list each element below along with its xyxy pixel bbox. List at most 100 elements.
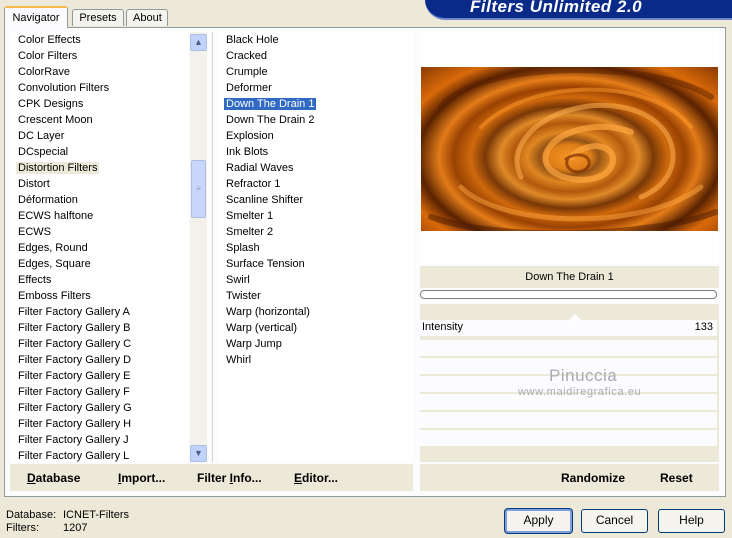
param-value: 133	[694, 321, 713, 333]
editor-button[interactable]: Editor...	[294, 471, 338, 485]
chevron-down-icon: ▼	[194, 448, 203, 458]
category-item[interactable]: Filter Factory Gallery A	[10, 304, 188, 320]
filter-item[interactable]: Explosion	[218, 128, 413, 144]
param-row-empty	[420, 430, 717, 448]
category-item[interactable]: Filter Factory Gallery G	[10, 400, 188, 416]
category-item-label: CPK Designs	[18, 98, 84, 110]
tab-about[interactable]: About	[126, 9, 168, 26]
swirl-preview-graphic	[421, 67, 718, 231]
database-button[interactable]: Database	[27, 471, 80, 485]
category-list[interactable]: Color Effects Color Filters ColorRave Convo…	[10, 32, 188, 462]
filter-info-button[interactable]: Filter Info...	[197, 471, 262, 485]
reset-button[interactable]: Reset	[660, 471, 693, 485]
chevron-up-icon: ▲	[194, 37, 203, 47]
category-item-label: Edges, Square	[18, 258, 91, 270]
category-item[interactable]: Filter Factory Gallery C	[10, 336, 188, 352]
filter-item[interactable]: Crumple	[218, 64, 413, 80]
list-divider	[212, 32, 213, 462]
tab-presets[interactable]: Presets	[72, 9, 124, 26]
filter-item-label: Warp (vertical)	[226, 322, 298, 334]
param-row-empty	[420, 412, 717, 430]
category-item[interactable]: Filter Factory Gallery L	[10, 448, 188, 462]
category-item-label: Distort	[18, 178, 50, 190]
scroll-thumb[interactable]: ≡	[191, 160, 206, 218]
category-item[interactable]: Effects	[10, 272, 188, 288]
filter-item-label: Warp (horizontal)	[226, 306, 310, 318]
filters-count-label: Filters:	[6, 522, 39, 534]
category-item[interactable]: Crescent Moon	[10, 112, 188, 128]
filter-item[interactable]: Cracked	[218, 48, 413, 64]
import-button[interactable]: Import...	[118, 471, 165, 485]
filter-item-label: Refractor 1	[226, 178, 281, 190]
database-label: Database:	[6, 509, 57, 521]
category-item-label: Filter Factory Gallery H	[18, 418, 132, 430]
filter-item[interactable]: Swirl	[218, 272, 413, 288]
category-item[interactable]: DC Layer	[10, 128, 188, 144]
filter-item-label: Radial Waves	[226, 162, 294, 174]
help-button[interactable]: Help	[658, 509, 725, 533]
right-button-strip: Randomize Reset	[420, 464, 719, 491]
category-item[interactable]: Filter Factory Gallery H	[10, 416, 188, 432]
apply-button[interactable]: Apply	[505, 509, 572, 533]
category-item-label: ECWS	[18, 226, 51, 238]
category-item-label: Color Effects	[18, 34, 81, 46]
param-row-intensity[interactable]: Intensity 133	[420, 314, 717, 338]
category-item[interactable]: Filter Factory Gallery D	[10, 352, 188, 368]
filter-item[interactable]: Warp Jump	[218, 336, 413, 352]
filter-item[interactable]: Down The Drain 2	[218, 112, 413, 128]
category-item-label: Filter Factory Gallery C	[18, 338, 132, 350]
scroll-down-button[interactable]: ▼	[190, 445, 207, 462]
filter-item[interactable]: Surface Tension	[218, 256, 413, 272]
slider-marker-icon	[568, 314, 582, 321]
filter-item[interactable]: Ink Blots	[218, 144, 413, 160]
category-item[interactable]: Convolution Filters	[10, 80, 188, 96]
cancel-button[interactable]: Cancel	[581, 509, 648, 533]
filter-item[interactable]: Scanline Shifter	[218, 192, 413, 208]
category-item-label: Color Filters	[18, 50, 78, 62]
watermark-name: Pinuccia	[549, 366, 618, 385]
filter-item[interactable]: Refractor 1	[218, 176, 413, 192]
scroll-up-button[interactable]: ▲	[190, 34, 207, 51]
filter-item[interactable]: Down The Drain 1	[218, 96, 413, 112]
category-item[interactable]: Filter Factory Gallery E	[10, 368, 188, 384]
category-item[interactable]: Distort	[10, 176, 188, 192]
category-item[interactable]: CPK Designs	[10, 96, 188, 112]
category-item[interactable]: ECWS halftone	[10, 208, 188, 224]
filter-list[interactable]: Black Hole Cracked Crumple Deformer Down The…	[218, 32, 413, 462]
tab-navigator[interactable]: Navigator	[4, 6, 68, 28]
category-item-label: Convolution Filters	[18, 82, 110, 94]
filter-item-label: Black Hole	[226, 34, 279, 46]
category-item[interactable]: Déformation	[10, 192, 188, 208]
filter-item[interactable]: Whirl	[218, 352, 413, 368]
filter-item-label: Smelter 2	[226, 226, 274, 238]
category-item-label: Filter Factory Gallery D	[18, 354, 132, 366]
category-item[interactable]: DCspecial	[10, 144, 188, 160]
filter-item[interactable]: Splash	[218, 240, 413, 256]
category-item[interactable]: Filter Factory Gallery F	[10, 384, 188, 400]
category-item[interactable]: Filter Factory Gallery J	[10, 432, 188, 448]
category-item[interactable]: Edges, Round	[10, 240, 188, 256]
filter-item[interactable]: Warp (horizontal)	[218, 304, 413, 320]
category-item-label: Filter Factory Gallery E	[18, 370, 131, 382]
preview-image	[421, 67, 718, 231]
filter-item[interactable]: Smelter 1	[218, 208, 413, 224]
filter-item-label: Crumple	[226, 66, 268, 78]
filter-item[interactable]: Twister	[218, 288, 413, 304]
category-scrollbar[interactable]: ▲ ≡ ▼	[190, 32, 207, 462]
filter-item[interactable]: Deformer	[218, 80, 413, 96]
filter-item[interactable]: Warp (vertical)	[218, 320, 413, 336]
category-item-label: Emboss Filters	[18, 290, 91, 302]
filter-item[interactable]: Smelter 2	[218, 224, 413, 240]
filter-item[interactable]: Radial Waves	[218, 160, 413, 176]
filter-item[interactable]: Black Hole	[218, 32, 413, 48]
category-item[interactable]: Filter Factory Gallery B	[10, 320, 188, 336]
category-item[interactable]: Emboss Filters	[10, 288, 188, 304]
category-item[interactable]: Color Effects	[10, 32, 188, 48]
category-item[interactable]: Edges, Square	[10, 256, 188, 272]
category-item[interactable]: Distortion Filters	[10, 160, 188, 176]
category-item[interactable]: ColorRave	[10, 64, 188, 80]
randomize-button[interactable]: Randomize	[561, 471, 625, 485]
category-item[interactable]: Color Filters	[10, 48, 188, 64]
category-item-label: ColorRave	[18, 66, 70, 78]
category-item[interactable]: ECWS	[10, 224, 188, 240]
